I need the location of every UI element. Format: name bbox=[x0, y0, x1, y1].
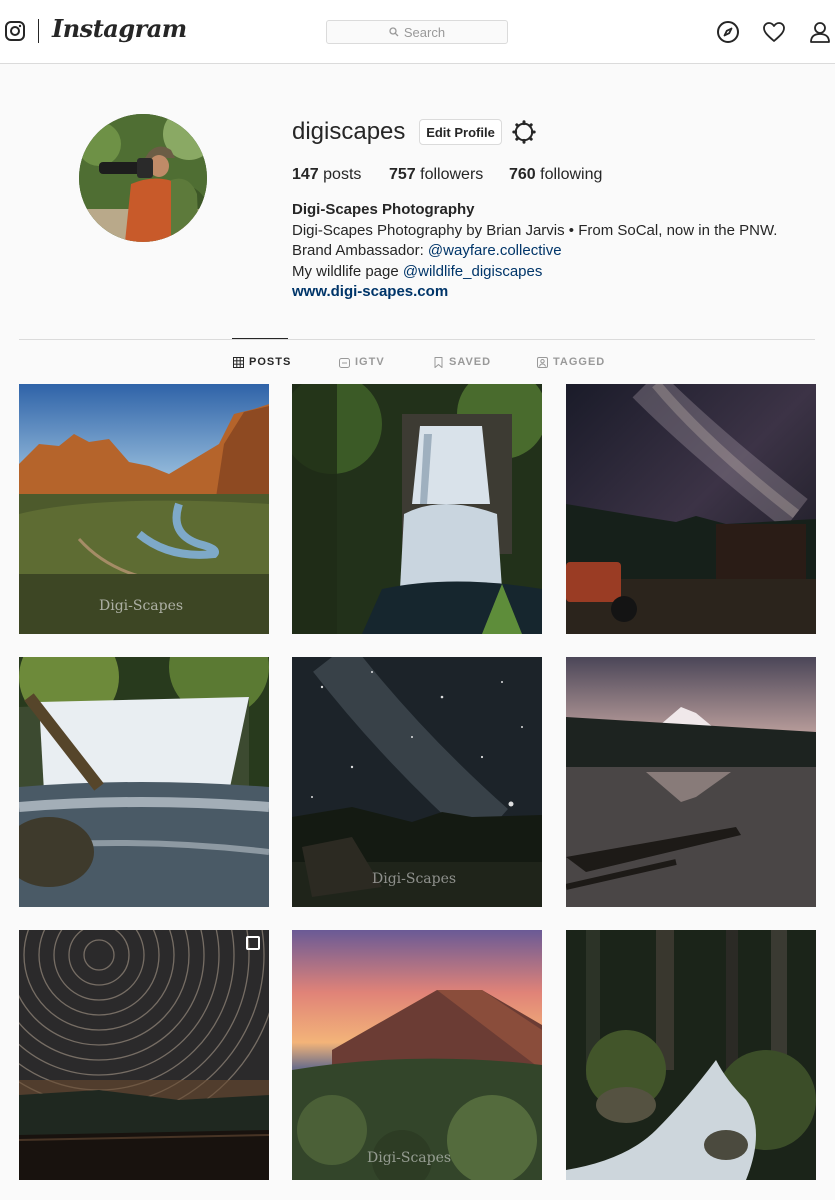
profile-username: digiscapes bbox=[292, 118, 406, 145]
profile-bio: Digi-Scapes Photography Digi-Scapes Phot… bbox=[292, 200, 777, 303]
post-thumbnail[interactable] bbox=[19, 657, 269, 907]
heart-icon[interactable] bbox=[762, 20, 786, 44]
bio-line: Brand Ambassador: @wayfare.collective bbox=[292, 241, 777, 262]
bookmark-icon bbox=[434, 356, 443, 368]
tab-tagged[interactable]: TAGGED bbox=[537, 354, 605, 370]
stat-followers[interactable]: 757 followers bbox=[389, 166, 483, 184]
tab-label: IGTV bbox=[355, 356, 385, 368]
watermark: Digi-Scapes bbox=[367, 1150, 451, 1166]
tabs-divider bbox=[19, 339, 815, 340]
post-thumbnail[interactable] bbox=[566, 384, 816, 634]
posts-count: 147 bbox=[292, 166, 319, 183]
post-thumbnail[interactable] bbox=[566, 930, 816, 1180]
stat-posts: 147 posts bbox=[292, 166, 361, 184]
post-thumbnail[interactable] bbox=[19, 930, 269, 1180]
tab-saved[interactable]: SAVED bbox=[433, 354, 491, 370]
post-photo bbox=[292, 384, 542, 634]
tab-label: TAGGED bbox=[553, 356, 606, 368]
instagram-wordmark[interactable]: Instagram bbox=[52, 14, 187, 43]
bio-text: Brand Ambassador: bbox=[292, 242, 428, 259]
grid-icon bbox=[233, 356, 244, 368]
watermark: Digi-Scapes bbox=[99, 598, 183, 614]
stat-following[interactable]: 760 following bbox=[509, 166, 602, 184]
instagram-glyph-icon[interactable] bbox=[5, 21, 25, 41]
post-photo bbox=[19, 657, 269, 907]
post-photo: Digi-Scapes bbox=[19, 384, 269, 634]
search-placeholder: Search bbox=[403, 24, 446, 40]
post-photo bbox=[566, 930, 816, 1180]
post-photo: Digi-Scapes bbox=[292, 930, 542, 1180]
tab-label: SAVED bbox=[449, 356, 492, 368]
avatar-photo bbox=[79, 114, 207, 242]
user-icon[interactable] bbox=[808, 20, 832, 44]
tag-icon bbox=[537, 356, 548, 368]
post-photo bbox=[566, 384, 816, 634]
igtv-icon bbox=[339, 357, 350, 368]
bio-text: My wildlife page bbox=[292, 262, 403, 280]
tab-label: POSTS bbox=[249, 356, 292, 368]
post-photo: Digi-Scapes bbox=[292, 657, 542, 907]
active-tab-indicator bbox=[232, 338, 288, 339]
following-label: following bbox=[535, 166, 603, 183]
post-photo bbox=[566, 657, 816, 907]
tab-igtv[interactable]: IGTV bbox=[339, 354, 385, 370]
profile-full-name: Digi-Scapes Photography bbox=[292, 201, 475, 218]
watermark: Digi-Scapes bbox=[372, 871, 456, 887]
post-thumbnail[interactable] bbox=[292, 384, 542, 634]
post-photo bbox=[19, 930, 269, 1180]
post-thumbnail[interactable]: Digi-Scapes bbox=[292, 657, 542, 907]
post-thumbnail[interactable] bbox=[566, 657, 816, 907]
search-input[interactable]: Search bbox=[326, 20, 508, 44]
followers-count: 757 bbox=[389, 166, 416, 183]
followers-label: followers bbox=[415, 166, 484, 183]
gear-icon[interactable] bbox=[512, 120, 536, 144]
bio-line: Digi-Scapes Photography by Brian Jarvis … bbox=[292, 221, 778, 239]
mention-link-wayfare[interactable]: @wayfare.collective bbox=[428, 242, 562, 259]
avatar[interactable] bbox=[79, 114, 207, 242]
tab-posts[interactable]: POSTS bbox=[233, 354, 291, 370]
edit-profile-button[interactable]: Edit Profile bbox=[419, 119, 502, 145]
website-link[interactable]: www.digi-scapes.com bbox=[292, 282, 777, 303]
posts-label: posts bbox=[318, 166, 362, 183]
mention-link-wildlife[interactable]: @wildlife_digiscapes bbox=[403, 263, 542, 280]
top-nav: Instagram Search bbox=[0, 0, 835, 64]
post-thumbnail[interactable]: Digi-Scapes bbox=[292, 930, 542, 1180]
compass-icon[interactable] bbox=[716, 20, 740, 44]
nav-divider bbox=[38, 19, 39, 43]
following-count: 760 bbox=[509, 166, 536, 183]
search-icon bbox=[389, 27, 399, 37]
post-thumbnail[interactable]: Digi-Scapes bbox=[19, 384, 269, 634]
bio-line: My wildlife page @wildlife_digiscapes bbox=[292, 262, 777, 283]
